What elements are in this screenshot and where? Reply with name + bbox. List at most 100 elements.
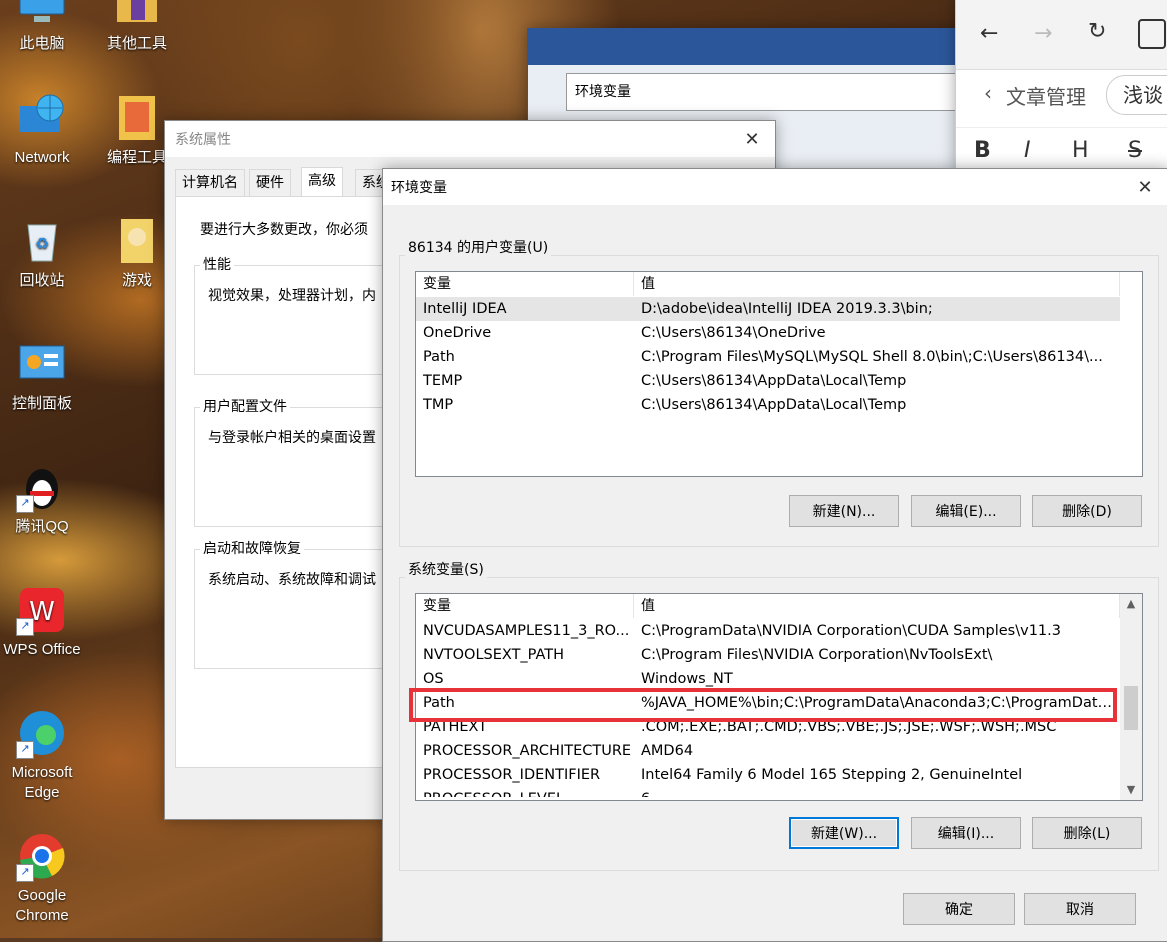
user-new-button[interactable]: 新建(N)... <box>789 495 899 527</box>
variable-name: Path <box>423 349 455 365</box>
table-row[interactable]: PROCESSOR_ARCHITECTURE AMD64 <box>416 739 1142 763</box>
table-row[interactable]: PATHEXT .COM;.EXE;.BAT;.CMD;.VBS;.VBE;.J… <box>416 715 1142 739</box>
browser-toolbar: ← → ↻ <box>956 0 1167 70</box>
system-delete-button[interactable]: 删除(L) <box>1032 817 1142 849</box>
table-row[interactable]: NVCUDASAMPLES11_3_RO... C:\ProgramData\N… <box>416 619 1142 643</box>
edge-icon: ↗ <box>16 707 68 759</box>
variable-value: D:\adobe\idea\IntelliJ IDEA 2019.3.3\bin… <box>641 301 933 317</box>
system-edit-button[interactable]: 编辑(I)... <box>911 817 1021 849</box>
scroll-down-icon[interactable]: ▼ <box>1120 780 1142 800</box>
column-header-variable[interactable]: 变量 <box>416 594 634 618</box>
close-icon[interactable]: ✕ <box>1122 169 1167 205</box>
shortcut-arrow-icon: ↗ <box>16 864 34 882</box>
system-new-button[interactable]: 新建(W)... <box>789 817 899 849</box>
variable-name: IntelliJ IDEA <box>423 301 507 317</box>
env-titlebar: 环境变量 ✕ <box>383 169 1167 205</box>
svg-text:♻: ♻ <box>35 236 49 253</box>
variable-name: NVTOOLSEXT_PATH <box>423 647 565 663</box>
startup-label: 启动和故障恢复 <box>200 538 304 558</box>
article-manage-link[interactable]: 文章管理 <box>1006 81 1086 110</box>
desktop-icon-recycle-bin[interactable]: ♻ 回收站 <box>0 215 87 291</box>
heading-icon[interactable]: H <box>1072 138 1089 163</box>
variable-value: C:\Users\86134\AppData\Local\Temp <box>641 397 907 413</box>
variable-name: PROCESSOR_IDENTIFIER <box>423 767 601 783</box>
variable-value: %JAVA_HOME%\bin;C:\ProgramData\Anaconda3… <box>641 695 1114 711</box>
refresh-icon[interactable]: ↻ <box>1088 19 1106 44</box>
desktop-icon-label: WPS Office <box>3 641 81 658</box>
system-variables-list[interactable]: 变量 值 NVCUDASAMPLES11_3_RO... C:\ProgramD… <box>415 593 1143 801</box>
strikethrough-icon[interactable]: S <box>1128 138 1142 163</box>
table-row[interactable]: TEMP C:\Users\86134\AppData\Local\Temp <box>416 369 1142 393</box>
desktop-icon-label: Microsoft Edge <box>11 764 73 801</box>
desktop-icon-qq[interactable]: ↗ 腾讯QQ <box>0 461 87 537</box>
system-variables-label: 系统变量(S) <box>405 559 487 579</box>
shortcut-arrow-icon: ↗ <box>16 741 34 759</box>
tab-advanced[interactable]: 高级 <box>301 167 343 196</box>
background-window-title: 环境变量 <box>566 73 976 111</box>
desktop-icon-other-tools[interactable]: 其他工具 <box>92 0 182 54</box>
column-header-variable[interactable]: 变量 <box>416 272 634 296</box>
variable-name: PROCESSOR_ARCHITECTURE <box>423 743 632 759</box>
variable-value: AMD64 <box>641 743 694 759</box>
variable-value: 6 <box>634 787 1114 797</box>
variable-name: TEMP <box>423 373 463 389</box>
user-delete-button[interactable]: 删除(D) <box>1032 495 1142 527</box>
qq-penguin-icon: ↗ <box>16 461 68 513</box>
italic-icon[interactable]: I <box>1024 138 1031 163</box>
list-header: 变量 值 <box>416 594 1142 619</box>
variable-name: PATHEXT <box>423 719 488 735</box>
table-row[interactable]: PROCESSOR_LEVEL 6 <box>416 787 1142 797</box>
folder-icon <box>111 215 163 267</box>
bold-icon[interactable]: B <box>974 138 991 163</box>
table-row[interactable]: NVTOOLSEXT_PATH C:\Program Files\NVIDIA … <box>416 643 1142 667</box>
variable-value: C:\Program Files\MySQL\MySQL Shell 8.0\b… <box>641 349 1103 365</box>
chevron-left-icon[interactable]: ‹ <box>984 81 992 105</box>
performance-label: 性能 <box>200 254 234 274</box>
variable-name: TMP <box>423 397 454 413</box>
table-row[interactable]: TMP C:\Users\86134\AppData\Local\Temp <box>416 393 1142 417</box>
shortcut-arrow-icon: ↗ <box>16 495 34 513</box>
topic-tab[interactable]: 浅谈 <box>1106 75 1167 115</box>
computer-icon <box>16 0 68 30</box>
desktop-icon-chrome[interactable]: ↗ Google Chrome <box>0 830 87 926</box>
dialog-title: 系统属性 <box>175 132 231 148</box>
table-row[interactable]: Path C:\Program Files\MySQL\MySQL Shell … <box>416 345 1142 369</box>
cancel-button[interactable]: 取消 <box>1024 893 1136 925</box>
desktop-icon-wps[interactable]: W ↗ WPS Office <box>0 584 87 660</box>
table-row[interactable]: IntelliJ IDEA D:\adobe\idea\IntelliJ IDE… <box>416 297 1120 321</box>
table-row[interactable]: OneDrive C:\Users\86134\OneDrive <box>416 321 1142 345</box>
intro-text: 要进行大多数更改，你必须 <box>200 222 368 238</box>
desktop-icon-control-panel[interactable]: 控制面板 <box>0 338 87 414</box>
desktop-icon-label: Network <box>14 149 70 166</box>
variable-name: NVCUDASAMPLES11_3_RO... <box>423 623 630 639</box>
profile-label: 用户配置文件 <box>200 396 290 416</box>
folder-icon <box>111 92 163 144</box>
desktop-icon-edge[interactable]: ↗ Microsoft Edge <box>0 707 87 803</box>
table-row[interactable]: Path %JAVA_HOME%\bin;C:\ProgramData\Anac… <box>416 691 1142 715</box>
back-arrow-icon[interactable]: ← <box>980 21 998 46</box>
user-edit-button[interactable]: 编辑(E)... <box>911 495 1021 527</box>
scrollbar-thumb[interactable] <box>1124 686 1138 730</box>
scroll-up-icon[interactable]: ▲ <box>1120 594 1142 614</box>
tab-computer-name[interactable]: 计算机名 <box>175 169 245 196</box>
vertical-scrollbar[interactable]: ▲ ▼ <box>1120 594 1142 800</box>
list-header: 变量 值 <box>416 272 1142 297</box>
close-icon[interactable]: ✕ <box>729 121 775 157</box>
tab-hardware[interactable]: 硬件 <box>249 169 291 196</box>
browser-window: ← → ↻ ‹ 文章管理 浅谈 B I H S <box>955 0 1167 172</box>
table-row[interactable]: PROCESSOR_IDENTIFIER Intel64 Family 6 Mo… <box>416 763 1142 787</box>
forward-arrow-icon[interactable]: → <box>1034 21 1052 46</box>
desktop-icon-label: 此电脑 <box>19 35 65 52</box>
table-row[interactable]: OS Windows_NT <box>416 667 1142 691</box>
column-header-value[interactable]: 值 <box>634 594 1120 618</box>
ok-button[interactable]: 确定 <box>903 893 1015 925</box>
desktop-icon-network[interactable]: Network <box>0 92 87 168</box>
user-variables-list[interactable]: 变量 值 IntelliJ IDEA D:\adobe\idea\Intelli… <box>415 271 1143 477</box>
variable-name: PROCESSOR_LEVEL <box>416 787 634 797</box>
folder-icon <box>111 0 163 30</box>
column-header-value[interactable]: 值 <box>634 272 1120 296</box>
profile-text: 与登录帐户相关的桌面设置 <box>208 430 376 446</box>
tab-box-icon[interactable] <box>1138 19 1166 49</box>
desktop-icon-this-pc[interactable]: 此电脑 <box>0 0 87 54</box>
variable-value: .COM;.EXE;.BAT;.CMD;.VBS;.VBE;.JS;.JSE;.… <box>641 719 1057 735</box>
